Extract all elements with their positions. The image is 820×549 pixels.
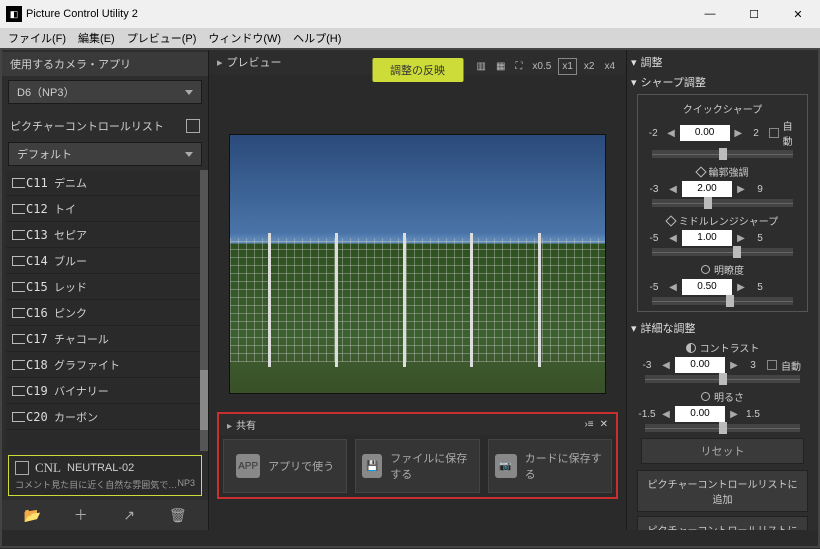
menubar: ファイル(F) 編集(E) プレビュー(P) ウィンドウ(W) ヘルプ(H) — [0, 28, 820, 48]
edge-slider[interactable] — [652, 199, 793, 207]
navigator-icon[interactable]: ▦ — [493, 59, 508, 74]
histogram-icon[interactable]: ▥ — [474, 59, 489, 74]
app-icon: ◧ — [6, 6, 22, 22]
list-item[interactable]: C17チャコール — [6, 326, 208, 352]
reflect-adjustment-button[interactable]: 調整の反映 — [372, 58, 463, 82]
detail-header: 詳細な調整 — [641, 320, 696, 336]
auto-checkbox[interactable] — [767, 360, 777, 370]
diamond-icon — [665, 215, 676, 226]
camera-header: 使用するカメラ・アプリ — [2, 52, 208, 76]
increment-icon[interactable]: ▶ — [734, 128, 743, 139]
share-header: 共有 — [236, 421, 256, 432]
menu-preview[interactable]: プレビュー(P) — [127, 30, 197, 46]
bright-slider[interactable] — [645, 424, 800, 432]
list-item[interactable]: C18グラファイト — [6, 352, 208, 378]
share-app-button[interactable]: APP アプリで使う — [223, 439, 347, 493]
menu-window[interactable]: ウィンドウ(W) — [208, 30, 281, 46]
share-close-icon[interactable]: ✕ — [600, 419, 608, 430]
sidebar: 使用するカメラ・アプリ D6（NP3） ピクチャーコントロールリスト デフォルト… — [2, 50, 209, 530]
adjust-panel: ▾調整 ▾シャープ調整 クイックシャープ -2 ◀ 0.00 ▶ 2 自動 輪郭… — [626, 50, 818, 530]
preview-image[interactable] — [229, 134, 606, 394]
edge-control[interactable]: -3 ◀ 2.00 ▶ 9 — [644, 181, 801, 197]
zoom-x05[interactable]: x0.5 — [529, 59, 554, 74]
contrast-control[interactable]: -3 ◀ 0.00 ▶ 3 自動 — [637, 357, 808, 373]
adjust-header: 調整 — [641, 54, 663, 70]
quick-sharp-value[interactable]: 0.00 — [680, 125, 730, 141]
zoom-x1[interactable]: x1 — [558, 58, 577, 75]
pctl-list-header: ピクチャーコントロールリスト — [10, 118, 164, 134]
quick-sharp-control[interactable]: -2 ◀ 0.00 ▶ 2 自動 — [644, 118, 801, 148]
reset-button[interactable]: リセット — [641, 438, 804, 464]
share-panel: ▸共有 ›≡ ✕ APP アプリで使う 💾 ファイルに保存する 📷 カードに保存… — [217, 412, 618, 499]
titlebar: ◧ Picture Control Utility 2 — ☐ ✕ — [0, 0, 820, 28]
scrollbar[interactable] — [200, 170, 208, 451]
contrast-slider[interactable] — [645, 375, 800, 383]
quick-sharp-label: クイックシャープ — [683, 101, 762, 116]
save-icon: 💾 — [362, 454, 382, 478]
clarity-control[interactable]: -5 ◀ 0.50 ▶ 5 — [644, 279, 801, 295]
camera-select[interactable]: D6（NP3） — [8, 80, 202, 104]
selected-picture-control[interactable]: CNL NEUTRAL-02 コメント 見た目に近く自然な雰囲気で… NP3 — [8, 455, 202, 496]
circle-icon — [701, 265, 710, 274]
collapse-icon[interactable]: ▸ — [217, 56, 223, 69]
delete-button[interactable]: 🗑 — [164, 504, 192, 526]
picture-control-list[interactable]: C11デニムC12トイC13セピアC14ブルーC15レッドC16ピンクC17チャ… — [6, 170, 208, 451]
menu-file[interactable]: ファイル(F) — [8, 30, 66, 46]
scrollbar-thumb[interactable] — [200, 370, 208, 430]
list-item[interactable]: C16ピンク — [6, 300, 208, 326]
contrast-icon — [686, 343, 696, 353]
menu-edit[interactable]: 編集(E) — [78, 30, 115, 46]
preview-header: プレビュー — [227, 54, 282, 70]
preview-tools: ▥ ▦ ⛶ x0.5 x1 x2 x4 — [474, 58, 619, 75]
import-button[interactable]: 📂 — [18, 504, 46, 526]
chevron-down-icon — [185, 152, 193, 157]
list-item[interactable]: C11デニム — [6, 170, 208, 196]
minimize-button[interactable]: — — [688, 0, 732, 28]
quick-sharp-slider[interactable] — [652, 150, 793, 158]
zoom-x2[interactable]: x2 — [581, 59, 598, 74]
auto-checkbox[interactable] — [769, 128, 778, 138]
clarity-slider[interactable] — [652, 297, 793, 305]
window-title: Picture Control Utility 2 — [26, 8, 138, 20]
mid-slider[interactable] — [652, 248, 793, 256]
list-item[interactable]: C12トイ — [6, 196, 208, 222]
list-item[interactable]: C14ブルー — [6, 248, 208, 274]
decrement-icon[interactable]: ◀ — [666, 128, 675, 139]
list-item[interactable]: C15レッド — [6, 274, 208, 300]
camera-icon: 📷 — [495, 454, 517, 478]
new-button[interactable]: ＋ — [67, 504, 95, 526]
sharp-header: シャープ調整 — [641, 74, 706, 90]
list-item[interactable]: C13セピア — [6, 222, 208, 248]
pctl-icon — [15, 461, 29, 475]
bright-control[interactable]: -1.5 ◀ 0.00 ▶ 1.5 — [637, 406, 808, 422]
export-button[interactable]: ↗ — [115, 504, 143, 526]
share-file-button[interactable]: 💾 ファイルに保存する — [355, 439, 479, 493]
brightness-icon — [701, 392, 710, 401]
menu-help[interactable]: ヘルプ(H) — [293, 30, 341, 46]
fit-icon[interactable]: ⛶ — [512, 59, 525, 74]
app-icon: APP — [236, 454, 260, 478]
diamond-icon — [695, 166, 706, 177]
overwrite-list-button[interactable]: ピクチャーコントロールリストに上書き — [637, 516, 808, 530]
zoom-x4[interactable]: x4 — [601, 59, 618, 74]
list-view-icon[interactable] — [186, 119, 200, 133]
pin-icon[interactable]: ›≡ — [584, 419, 593, 430]
list-item[interactable]: C19バイナリー — [6, 378, 208, 404]
mid-control[interactable]: -5 ◀ 1.00 ▶ 5 — [644, 230, 801, 246]
chevron-down-icon — [185, 90, 193, 95]
add-to-list-button[interactable]: ピクチャーコントロールリストに追加 — [637, 470, 808, 512]
maximize-button[interactable]: ☐ — [732, 0, 776, 28]
preview-area: ▸ プレビュー 調整の反映 ▥ ▦ ⛶ x0.5 x1 x2 x4 ▸共有 — [209, 50, 626, 530]
sidebar-footer: 📂 ＋ ↗ 🗑 — [2, 500, 208, 530]
share-card-button[interactable]: 📷 カードに保存する — [488, 439, 612, 493]
list-item[interactable]: C20カーボン — [6, 404, 208, 430]
close-button[interactable]: ✕ — [776, 0, 820, 28]
preset-select[interactable]: デフォルト — [8, 142, 202, 166]
